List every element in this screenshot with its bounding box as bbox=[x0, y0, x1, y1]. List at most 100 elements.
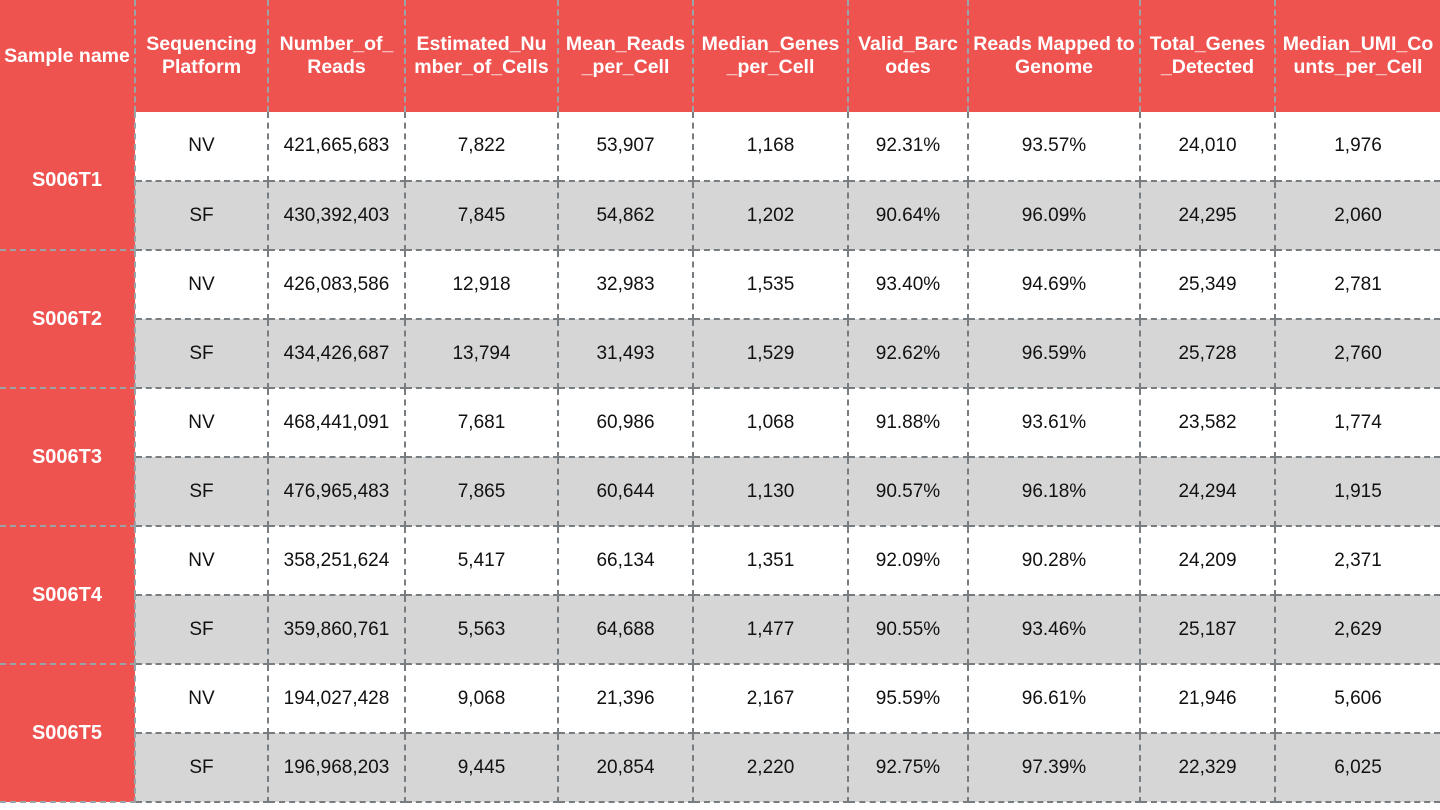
cell-median-genes-per-cell: 1,130 bbox=[693, 457, 849, 527]
cell-platform: NV bbox=[135, 388, 269, 458]
cell-median-umi-counts-per-cell: 5,606 bbox=[1275, 664, 1440, 734]
cell-number-of-reads: 358,251,624 bbox=[268, 526, 406, 596]
cell-total-genes-detected: 24,295 bbox=[1140, 181, 1276, 251]
column-header-total-genes-detected: Total_Genes_Detected bbox=[1140, 0, 1276, 112]
cell-mean-reads-per-cell: 60,986 bbox=[558, 388, 694, 458]
cell-number-of-reads: 476,965,483 bbox=[268, 457, 406, 527]
cell-total-genes-detected: 21,946 bbox=[1140, 664, 1276, 734]
table-body: S006T1 NV 421,665,683 7,822 53,907 1,168… bbox=[0, 112, 1440, 803]
cell-median-genes-per-cell: 2,167 bbox=[693, 664, 849, 734]
cell-total-genes-detected: 24,294 bbox=[1140, 457, 1276, 527]
cell-estimated-number-of-cells: 7,681 bbox=[405, 388, 559, 458]
cell-number-of-reads: 421,665,683 bbox=[268, 112, 406, 182]
cell-platform: SF bbox=[135, 181, 269, 251]
cell-reads-mapped-to-genome: 90.28% bbox=[968, 526, 1141, 596]
cell-number-of-reads: 196,968,203 bbox=[268, 733, 406, 803]
cell-reads-mapped-to-genome: 94.69% bbox=[968, 250, 1141, 320]
cell-total-genes-detected: 25,728 bbox=[1140, 319, 1276, 389]
cell-number-of-reads: 194,027,428 bbox=[268, 664, 406, 734]
cell-reads-mapped-to-genome: 93.61% bbox=[968, 388, 1141, 458]
column-header-median-genes-per-cell: Median_Genes_per_Cell bbox=[693, 0, 849, 112]
cell-number-of-reads: 468,441,091 bbox=[268, 388, 406, 458]
cell-median-umi-counts-per-cell: 2,060 bbox=[1275, 181, 1440, 251]
table-row: SF 359,860,761 5,563 64,688 1,477 90.55%… bbox=[0, 595, 1440, 665]
header-row: Sample name Sequencing Platform Number_o… bbox=[0, 0, 1440, 112]
cell-valid-barcodes: 92.09% bbox=[848, 526, 969, 596]
cell-mean-reads-per-cell: 60,644 bbox=[558, 457, 694, 527]
table-row: S006T2 NV 426,083,586 12,918 32,983 1,53… bbox=[0, 250, 1440, 389]
table-row: SF 196,968,203 9,445 20,854 2,220 92.75%… bbox=[0, 733, 1440, 803]
cell-valid-barcodes: 90.64% bbox=[848, 181, 969, 251]
cell-reads-mapped-to-genome: 97.39% bbox=[968, 733, 1141, 803]
table-row: S006T1 NV 421,665,683 7,822 53,907 1,168… bbox=[0, 112, 1440, 251]
cell-mean-reads-per-cell: 21,396 bbox=[558, 664, 694, 734]
cell-platform: SF bbox=[135, 733, 269, 803]
cell-mean-reads-per-cell: 32,983 bbox=[558, 250, 694, 320]
column-header-number-of-reads: Number_of_Reads bbox=[268, 0, 406, 112]
cell-estimated-number-of-cells: 13,794 bbox=[405, 319, 559, 389]
cell-reads-mapped-to-genome: 93.57% bbox=[968, 112, 1141, 182]
cell-valid-barcodes: 90.55% bbox=[848, 595, 969, 665]
cell-estimated-number-of-cells: 7,845 bbox=[405, 181, 559, 251]
cell-total-genes-detected: 23,582 bbox=[1140, 388, 1276, 458]
cell-mean-reads-per-cell: 64,688 bbox=[558, 595, 694, 665]
cell-median-genes-per-cell: 1,535 bbox=[693, 250, 849, 320]
table-row: SF 430,392,403 7,845 54,862 1,202 90.64%… bbox=[0, 181, 1440, 251]
cell-reads-mapped-to-genome: 96.09% bbox=[968, 181, 1141, 251]
column-header-reads-mapped-to-genome: Reads Mapped to Genome bbox=[968, 0, 1141, 112]
cell-median-genes-per-cell: 1,168 bbox=[693, 112, 849, 182]
cell-valid-barcodes: 95.59% bbox=[848, 664, 969, 734]
cell-platform: NV bbox=[135, 112, 269, 182]
table-row: S006T5 NV 194,027,428 9,068 21,396 2,167… bbox=[0, 664, 1440, 803]
cell-median-genes-per-cell: 1,529 bbox=[693, 319, 849, 389]
cell-platform: SF bbox=[135, 457, 269, 527]
cell-number-of-reads: 430,392,403 bbox=[268, 181, 406, 251]
column-header-sample-name: Sample name bbox=[0, 0, 136, 112]
sample-name-cell: S006T3 bbox=[0, 388, 136, 527]
cell-reads-mapped-to-genome: 96.18% bbox=[968, 457, 1141, 527]
cell-mean-reads-per-cell: 31,493 bbox=[558, 319, 694, 389]
cell-platform: SF bbox=[135, 595, 269, 665]
table-row: SF 434,426,687 13,794 31,493 1,529 92.62… bbox=[0, 319, 1440, 389]
cell-platform: NV bbox=[135, 664, 269, 734]
cell-number-of-reads: 434,426,687 bbox=[268, 319, 406, 389]
cell-median-genes-per-cell: 1,068 bbox=[693, 388, 849, 458]
cell-mean-reads-per-cell: 54,862 bbox=[558, 181, 694, 251]
cell-estimated-number-of-cells: 5,417 bbox=[405, 526, 559, 596]
cell-median-umi-counts-per-cell: 6,025 bbox=[1275, 733, 1440, 803]
sequencing-metrics-table: Sample name Sequencing Platform Number_o… bbox=[0, 0, 1440, 803]
table-row: SF 476,965,483 7,865 60,644 1,130 90.57%… bbox=[0, 457, 1440, 527]
cell-reads-mapped-to-genome: 96.61% bbox=[968, 664, 1141, 734]
column-header-estimated-number-of-cells: Estimated_Number_of_Cells bbox=[405, 0, 559, 112]
cell-estimated-number-of-cells: 5,563 bbox=[405, 595, 559, 665]
cell-total-genes-detected: 24,209 bbox=[1140, 526, 1276, 596]
cell-estimated-number-of-cells: 7,865 bbox=[405, 457, 559, 527]
cell-mean-reads-per-cell: 66,134 bbox=[558, 526, 694, 596]
sample-name-cell: S006T2 bbox=[0, 250, 136, 389]
cell-reads-mapped-to-genome: 93.46% bbox=[968, 595, 1141, 665]
cell-valid-barcodes: 91.88% bbox=[848, 388, 969, 458]
cell-total-genes-detected: 22,329 bbox=[1140, 733, 1276, 803]
sample-name-cell: S006T5 bbox=[0, 664, 136, 803]
table-row: S006T4 NV 358,251,624 5,417 66,134 1,351… bbox=[0, 526, 1440, 665]
cell-valid-barcodes: 92.62% bbox=[848, 319, 969, 389]
cell-valid-barcodes: 90.57% bbox=[848, 457, 969, 527]
cell-estimated-number-of-cells: 7,822 bbox=[405, 112, 559, 182]
table-header: Sample name Sequencing Platform Number_o… bbox=[0, 0, 1440, 112]
cell-median-umi-counts-per-cell: 1,976 bbox=[1275, 112, 1440, 182]
sample-name-cell: S006T1 bbox=[0, 112, 136, 251]
table-row: S006T3 NV 468,441,091 7,681 60,986 1,068… bbox=[0, 388, 1440, 527]
cell-total-genes-detected: 25,349 bbox=[1140, 250, 1276, 320]
cell-number-of-reads: 359,860,761 bbox=[268, 595, 406, 665]
cell-median-umi-counts-per-cell: 1,774 bbox=[1275, 388, 1440, 458]
cell-median-umi-counts-per-cell: 1,915 bbox=[1275, 457, 1440, 527]
cell-platform: NV bbox=[135, 250, 269, 320]
cell-platform: NV bbox=[135, 526, 269, 596]
column-header-sequencing-platform: Sequencing Platform bbox=[135, 0, 269, 112]
cell-estimated-number-of-cells: 12,918 bbox=[405, 250, 559, 320]
cell-median-genes-per-cell: 2,220 bbox=[693, 733, 849, 803]
column-header-mean-reads-per-cell: Mean_Reads_per_Cell bbox=[558, 0, 694, 112]
sample-name-cell: S006T4 bbox=[0, 526, 136, 665]
cell-median-genes-per-cell: 1,351 bbox=[693, 526, 849, 596]
cell-median-umi-counts-per-cell: 2,629 bbox=[1275, 595, 1440, 665]
